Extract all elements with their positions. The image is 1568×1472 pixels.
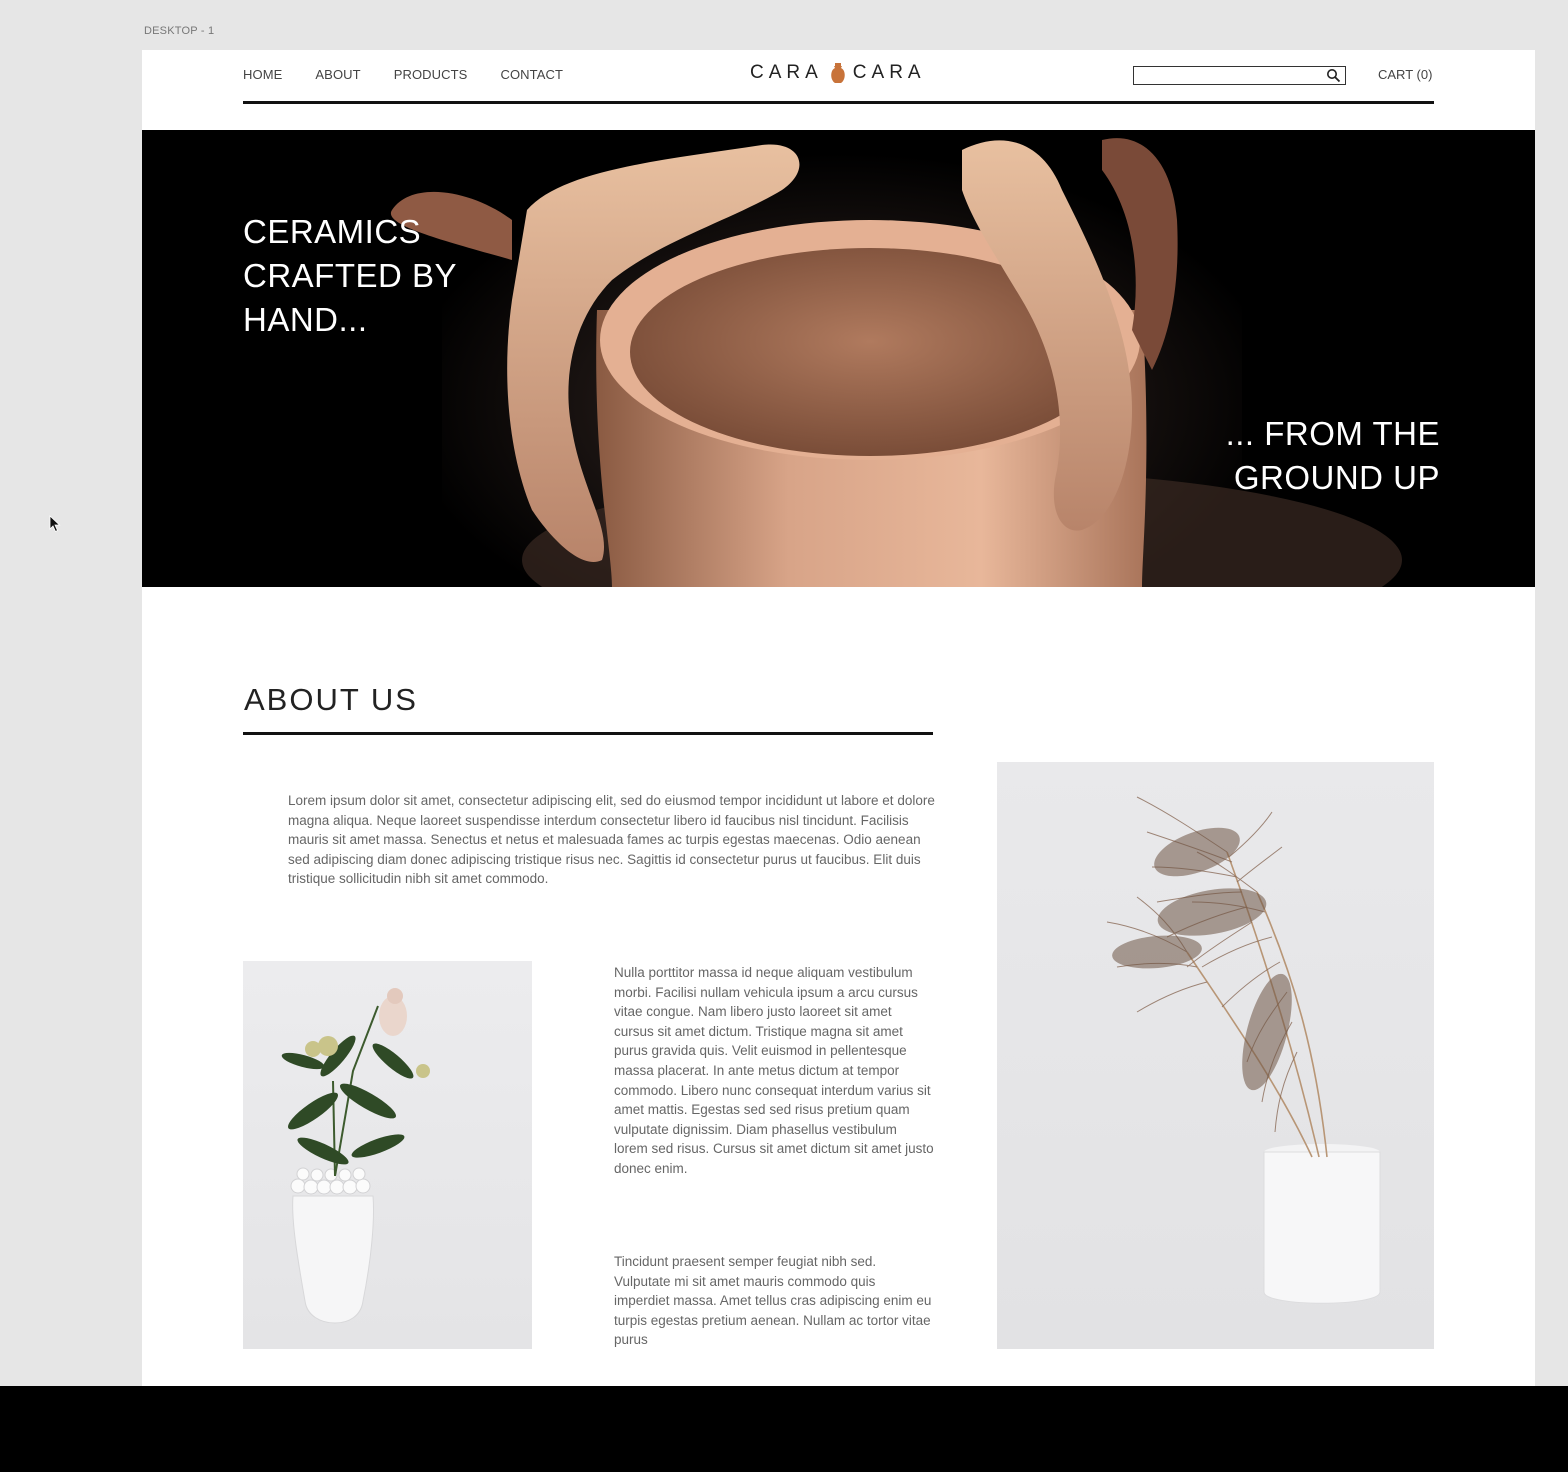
artboard-label: DESKTOP - 1 [144,25,215,37]
hero-headline-left: CERAMICS CRAFTED BY HAND... [243,210,503,342]
desktop-artboard: HOME ABOUT PRODUCTS CONTACT CARA CARA CA… [142,50,1535,1386]
hero-right-line-1: ... FROM THE [1225,415,1440,452]
about-paragraph-3: Tincidunt praesent semper feugiat nibh s… [614,1254,932,1348]
hero-left-line-2: CRAFTED BY [243,257,458,294]
bottom-black-bar [0,1386,1568,1472]
header-divider [243,101,1434,104]
hero-right-line-2: GROUND UP [1233,459,1440,496]
vase-flowers-image [243,961,532,1349]
search-icon[interactable] [1326,68,1341,83]
hero-banner: CERAMICS CRAFTED BY HAND... ... FROM THE… [142,130,1535,587]
logo-text-left: CARA [750,62,823,83]
main-nav: HOME ABOUT PRODUCTS CONTACT [243,67,563,82]
about-divider [243,732,933,735]
hero-left-line-1: CERAMICS [243,213,422,250]
about-heading: ABOUT US [244,682,418,717]
site-logo[interactable]: CARA CARA [750,62,926,84]
about-paragraph-1: Lorem ipsum dolor sit amet, consectetur … [288,793,935,887]
cursor-icon [49,515,61,533]
nav-contact[interactable]: CONTACT [500,67,563,82]
nav-about[interactable]: ABOUT [315,67,360,82]
hero-left-line-3: HAND... [243,301,368,338]
search-input[interactable] [1134,67,1324,85]
pot-icon [831,63,845,83]
logo-text-right: CARA [852,62,926,83]
nav-home[interactable]: HOME [243,67,282,82]
pampas-vase-image [997,762,1434,1349]
cart-link[interactable]: CART (0) [1378,67,1432,82]
hero-pottery-image [142,130,1535,587]
hero-headline-right: ... FROM THE GROUND UP [1226,412,1440,500]
nav-products[interactable]: PRODUCTS [394,67,468,82]
about-paragraph-2: Nulla porttitor massa id neque aliquam v… [614,965,934,1176]
search-box [1133,66,1346,85]
